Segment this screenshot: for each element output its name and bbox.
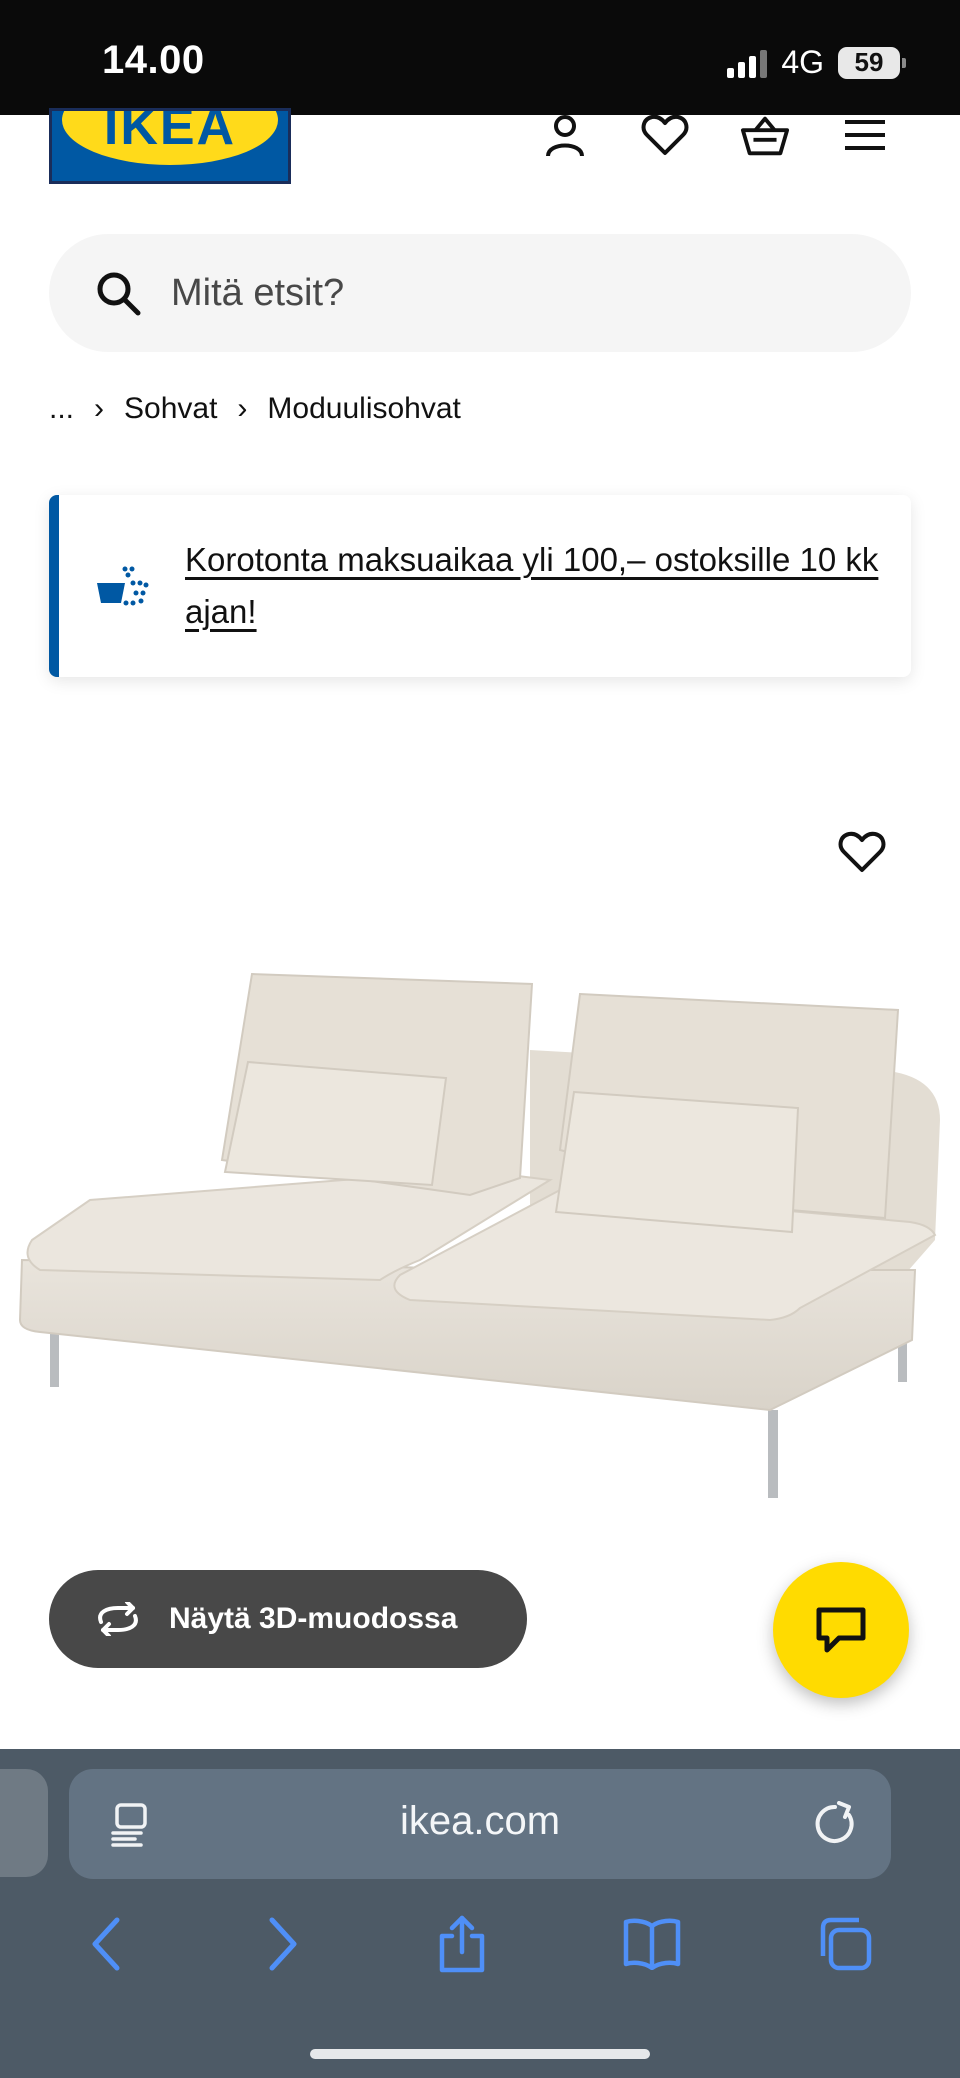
breadcrumb-item-moduulisohvat[interactable]: Moduulisohvat	[267, 392, 460, 426]
logo-text: IKEA	[103, 108, 237, 156]
battery-icon: 59	[838, 46, 906, 79]
menu-icon[interactable]	[840, 110, 890, 160]
breadcrumb-ellipsis[interactable]: ...	[49, 392, 74, 426]
favourites-icon[interactable]	[640, 110, 690, 160]
status-bar: 14.00 4G 59	[0, 0, 960, 115]
product-image-sofa[interactable]	[0, 940, 960, 1520]
breadcrumb-item-sohvat[interactable]: Sohvat	[124, 392, 217, 426]
chat-button[interactable]	[773, 1562, 909, 1698]
chat-icon	[816, 1607, 866, 1653]
bookmarks-icon[interactable]	[622, 1918, 682, 1970]
payment-basket-icon	[97, 566, 149, 606]
status-time: 14.00	[102, 38, 205, 82]
browser-toolbar	[0, 1909, 960, 1979]
status-indicators: 4G 59	[727, 44, 906, 81]
reload-icon[interactable]	[813, 1801, 857, 1847]
promo-link[interactable]: Korotonta maksuaikaa yli 100,– ostoksill…	[185, 534, 895, 638]
browser-bar: ikea.com	[0, 1749, 960, 2078]
share-icon[interactable]	[436, 1914, 488, 1974]
signal-icon	[727, 48, 768, 78]
back-icon[interactable]	[87, 1916, 127, 1972]
ikea-logo[interactable]: IKEA	[49, 108, 291, 184]
network-label: 4G	[781, 44, 824, 80]
home-indicator	[310, 2049, 650, 2059]
breadcrumb: ... › Sohvat › Moduulisohvat	[49, 392, 461, 426]
cart-icon[interactable]	[740, 110, 790, 160]
chevron-right-icon: ›	[94, 392, 105, 425]
previous-tab-peek[interactable]	[0, 1769, 48, 1877]
chevron-right-icon: ›	[237, 392, 248, 425]
account-icon[interactable]	[540, 110, 590, 160]
rotate-3d-icon	[98, 1602, 138, 1636]
header-actions	[540, 110, 890, 160]
tabs-icon[interactable]	[817, 1916, 873, 1972]
view-3d-button[interactable]: Näytä 3D-muodossa	[49, 1570, 527, 1668]
search-input[interactable]	[171, 271, 821, 315]
favourite-product-icon[interactable]	[838, 830, 886, 878]
url-text: ikea.com	[399, 1799, 561, 1843]
search-icon	[97, 272, 141, 316]
address-bar[interactable]: ikea.com	[69, 1769, 891, 1879]
search-bar[interactable]	[49, 234, 911, 352]
promo-banner: Korotonta maksuaikaa yli 100,– ostoksill…	[49, 495, 911, 677]
forward-icon[interactable]	[262, 1916, 302, 1972]
view-3d-label: Näytä 3D-muodossa	[169, 1602, 458, 1635]
